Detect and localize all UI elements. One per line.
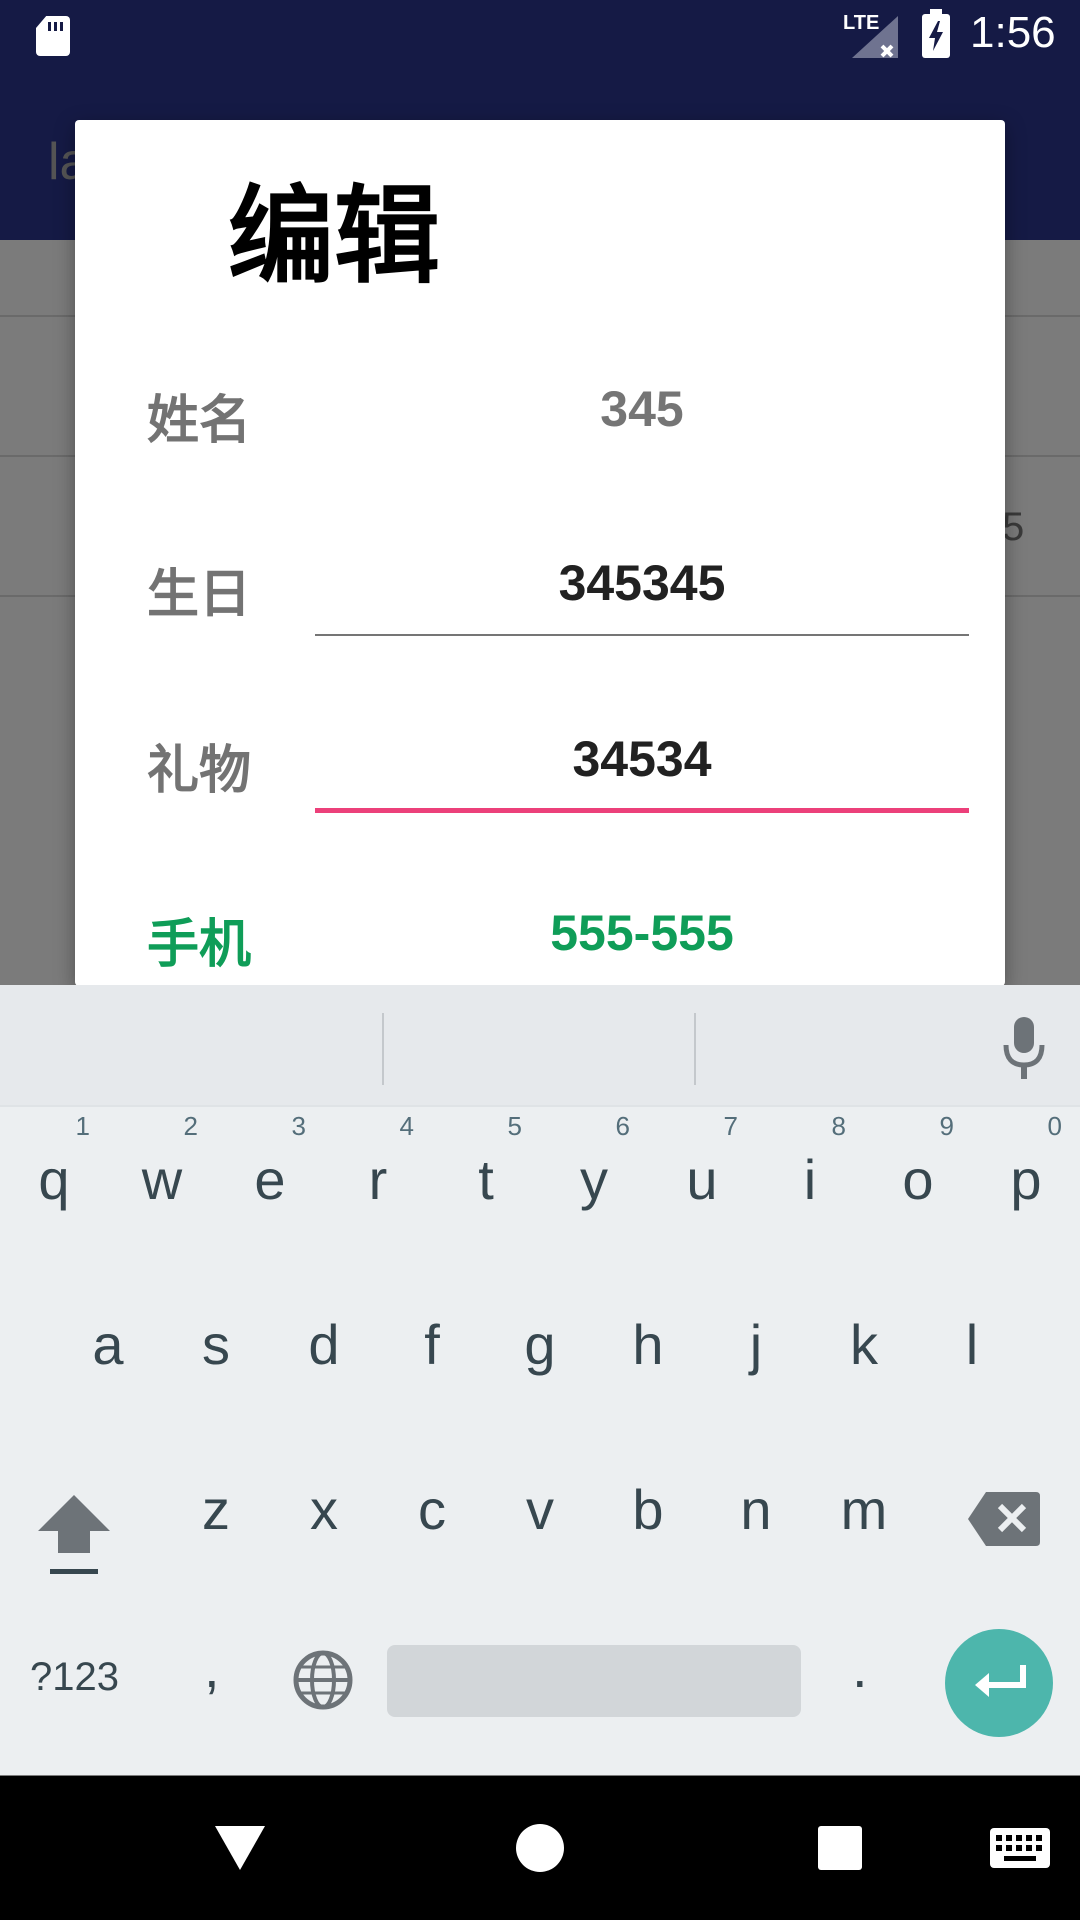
key-i[interactable]: 8i <box>756 1105 864 1255</box>
key-a[interactable]: a <box>54 1270 162 1420</box>
key-j[interactable]: j <box>702 1270 810 1420</box>
key-u[interactable]: 7u <box>648 1105 756 1255</box>
key-n[interactable]: n <box>702 1435 810 1585</box>
soft-keyboard: 1q 2w 3e 4r 5t 6y 7u 8i 9o 0p a s d f g … <box>0 985 1080 1775</box>
name-label: 姓名 <box>147 391 252 451</box>
key-v[interactable]: v <box>486 1435 594 1585</box>
key-d[interactable]: d <box>270 1270 378 1420</box>
key-k[interactable]: k <box>810 1270 918 1420</box>
key-p[interactable]: 0p <box>972 1105 1080 1255</box>
enter-icon <box>975 1665 1026 1697</box>
recents-icon[interactable] <box>818 1826 862 1870</box>
birthday-input-underline <box>315 634 969 636</box>
comma-key[interactable]: , <box>204 1635 220 1700</box>
mic-icon[interactable] <box>1000 1015 1048 1085</box>
globe-icon[interactable] <box>292 1649 354 1711</box>
key-z[interactable]: z <box>162 1435 270 1585</box>
status-bar: LTE 1:56 <box>0 0 1080 72</box>
enter-key[interactable] <box>945 1629 1053 1737</box>
key-w[interactable]: 2w <box>108 1105 216 1255</box>
navigation-bar <box>0 1776 1080 1920</box>
edit-dialog: 编辑 姓名 345 生日 345345 礼物 34534 手机 555-555 <box>75 120 1005 986</box>
birthday-label: 生日 <box>147 565 252 625</box>
period-key[interactable]: . <box>852 1635 868 1700</box>
suggestion-divider <box>694 1013 696 1085</box>
suggestion-strip <box>0 985 1080 1107</box>
birthday-input[interactable]: 345345 <box>315 554 969 612</box>
key-m[interactable]: m <box>810 1435 918 1585</box>
key-s[interactable]: s <box>162 1270 270 1420</box>
home-icon[interactable] <box>516 1824 564 1872</box>
key-x[interactable]: x <box>270 1435 378 1585</box>
key-t[interactable]: 5t <box>432 1105 540 1255</box>
battery-charging-icon <box>922 9 950 58</box>
key-g[interactable]: g <box>486 1270 594 1420</box>
key-h[interactable]: h <box>594 1270 702 1420</box>
name-value: 345 <box>600 381 684 437</box>
phone-value[interactable]: 555-555 <box>315 904 969 962</box>
backspace-icon[interactable] <box>966 1490 1042 1548</box>
keyboard-icon[interactable] <box>990 1828 1050 1868</box>
key-e[interactable]: 3e <box>216 1105 324 1255</box>
shift-icon[interactable] <box>36 1485 112 1585</box>
key-o[interactable]: 9o <box>864 1105 972 1255</box>
sd-card-icon <box>36 16 70 56</box>
key-c[interactable]: c <box>378 1435 486 1585</box>
key-b[interactable]: b <box>594 1435 702 1585</box>
gift-input-underline <box>315 808 969 813</box>
clock: 1:56 <box>970 8 1056 57</box>
key-l[interactable]: l <box>918 1270 1026 1420</box>
gift-input[interactable]: 34534 <box>315 730 969 788</box>
key-f[interactable]: f <box>378 1270 486 1420</box>
list-item-value: 5 <box>1002 505 1025 549</box>
gift-label: 礼物 <box>147 741 252 801</box>
suggestion-divider <box>382 1013 384 1085</box>
back-icon[interactable] <box>215 1826 265 1872</box>
space-bar[interactable] <box>387 1645 801 1717</box>
key-y[interactable]: 6y <box>540 1105 648 1255</box>
symbols-key[interactable]: ?123 <box>30 1655 119 1700</box>
signal-icon <box>852 16 898 58</box>
key-q[interactable]: 1q <box>0 1105 108 1255</box>
key-r[interactable]: 4r <box>324 1105 432 1255</box>
dialog-title: 编辑 <box>228 175 440 298</box>
phone-label: 手机 <box>147 915 252 975</box>
